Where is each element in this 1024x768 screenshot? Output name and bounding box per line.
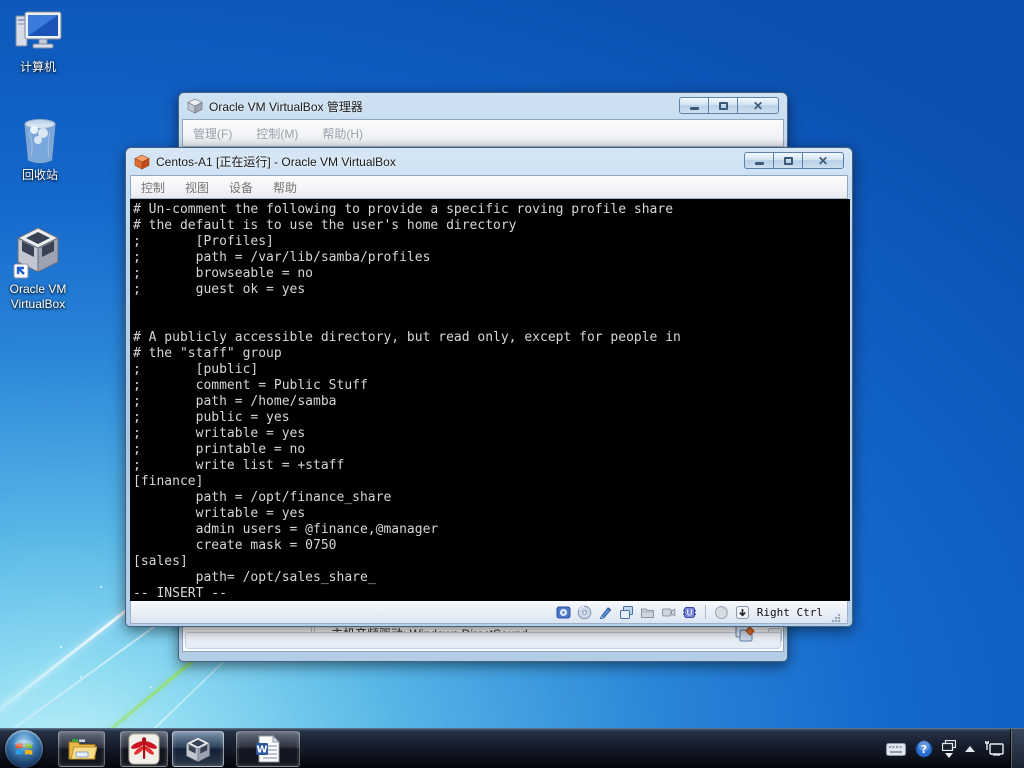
- terminal-line: # the "staff" group: [133, 346, 282, 361]
- manager-footer-panel: [185, 625, 781, 649]
- terminal-line: ; path = /var/lib/samba/profiles: [133, 250, 431, 265]
- terminal-line: ; guest ok = yes: [133, 282, 306, 297]
- terminal-line-with-cursor: path= /opt/sales_share_: [133, 570, 850, 586]
- network-tray-icon[interactable]: [984, 740, 1004, 758]
- manager-titlebar[interactable]: Oracle VM VirtualBox 管理器 ✕: [179, 93, 787, 119]
- terminal-line: ; public = yes: [133, 410, 290, 425]
- details-preview-icon[interactable]: [734, 624, 756, 644]
- terminal-line: ; writable = yes: [133, 426, 306, 441]
- optical-disc-icon[interactable]: [576, 604, 593, 621]
- svg-text:W: W: [256, 745, 267, 756]
- vm-window-title: Centos-A1 [正在运行] - Oracle VM VirtualBox: [156, 155, 396, 169]
- chevron-up-icon: [965, 746, 975, 752]
- terminal-line: [finance]: [133, 474, 204, 489]
- folder-icon: [68, 739, 97, 760]
- desktop: 计算机 回收站 Oracle VM VirtualBox Oracle VM V…: [0, 0, 1024, 768]
- manager-close-button[interactable]: ✕: [737, 97, 779, 114]
- vm-window[interactable]: Centos-A1 [正在运行] - Oracle VM VirtualBox …: [125, 147, 853, 627]
- menu-view[interactable]: 视图: [185, 179, 209, 196]
- word-document-icon: W: [256, 734, 281, 763]
- vm-close-button[interactable]: ✕: [802, 152, 844, 169]
- taskbar-dragonfly-capture-button[interactable]: [120, 731, 168, 767]
- manager-minimize-button[interactable]: [679, 97, 708, 114]
- terminal-line: # the default is to use the user's home …: [133, 218, 517, 233]
- manager-window-title: Oracle VM VirtualBox 管理器: [209, 99, 363, 114]
- cascade-windows-icon[interactable]: [618, 604, 635, 621]
- terminal-line: ; write list = +staff: [133, 458, 345, 473]
- terminal-line: ; [Profiles]: [133, 234, 274, 249]
- statusbar-separator: [704, 605, 706, 619]
- terminal-line: ; browseable = no: [133, 266, 314, 281]
- terminal-line: writable = yes: [133, 506, 306, 521]
- wallpaper-sparkles: [60, 646, 62, 648]
- shared-folder-icon[interactable]: [639, 604, 656, 621]
- desktop-icon-virtualbox[interactable]: Oracle VM VirtualBox: [0, 224, 76, 312]
- vm-terminal-screen[interactable]: # Un-comment the following to provide a …: [130, 199, 850, 601]
- svg-text:U: U: [686, 608, 692, 617]
- vm-menubar: 控制 视图 设备 帮助: [130, 175, 848, 199]
- terminal-line: # Un-comment the following to provide a …: [133, 202, 674, 217]
- vm-statusbar: U Right Ctrl: [130, 601, 848, 624]
- show-hidden-icons-button[interactable]: [965, 746, 975, 752]
- taskbar-word-button[interactable]: W: [236, 731, 300, 767]
- vi-insert-mode-status: -- INSERT --: [133, 586, 227, 601]
- window-selector-icon[interactable]: [942, 740, 956, 758]
- desktop-icon-computer[interactable]: 计算机: [0, 8, 76, 75]
- vm-minimize-button[interactable]: [744, 152, 773, 169]
- vm-maximize-button[interactable]: [773, 152, 802, 169]
- host-key-arrow-icon[interactable]: [734, 604, 751, 621]
- menu-help[interactable]: 帮助(H): [322, 125, 363, 142]
- manager-maximize-button[interactable]: [708, 97, 737, 114]
- terminal-line: [sales]: [133, 554, 188, 569]
- system-tray: ?: [886, 729, 1004, 768]
- resize-grip[interactable]: [831, 613, 841, 623]
- desktop-icon-recycle-bin[interactable]: 回收站: [2, 112, 78, 183]
- show-desktop-button[interactable]: [1010, 729, 1024, 768]
- computer-icon: [15, 11, 62, 49]
- terminal-line: path = /opt/finance_share: [133, 490, 392, 505]
- taskbar-virtualbox-button[interactable]: [172, 731, 224, 767]
- ime-keyboard-icon[interactable]: [886, 742, 906, 756]
- terminal-line: # A publicly accessible directory, but r…: [133, 330, 681, 345]
- windows-flag-icon: [14, 739, 34, 756]
- virtualbox-vm-icon: [134, 154, 150, 169]
- menu-manage[interactable]: 管理(F): [193, 125, 232, 142]
- host-key-label: Right Ctrl: [756, 605, 823, 619]
- menu-machine-control[interactable]: 控制: [141, 179, 165, 196]
- text-cursor: _: [367, 570, 376, 585]
- virtualbox-shortcut-icon: [13, 227, 60, 279]
- manager-menubar: 管理(F) 控制(M) 帮助(H): [182, 119, 784, 147]
- terminal-line: ; path = /home/samba: [133, 394, 337, 409]
- desktop-icon-label: 回收站: [21, 168, 58, 182]
- network-pen-icon[interactable]: [597, 604, 614, 621]
- video-capture-icon[interactable]: [660, 604, 677, 621]
- terminal-line: ; printable = no: [133, 442, 306, 457]
- help-tray-icon[interactable]: ?: [915, 740, 933, 758]
- recycle-bin-icon: [24, 119, 56, 163]
- terminal-line: ; comment = Public Stuff: [133, 378, 368, 393]
- taskbar-file-explorer-button[interactable]: [58, 731, 105, 767]
- desktop-icon-label: 计算机: [19, 60, 56, 74]
- terminal-line: create mask = 0750: [133, 538, 337, 553]
- chevron-down-icon: [945, 753, 953, 758]
- virtualbox-cube-icon: [187, 98, 203, 114]
- terminal-line: admin users = @finance,@manager: [133, 522, 439, 537]
- hard-disk-icon[interactable]: [555, 604, 572, 621]
- desktop-icon-label: Oracle VM VirtualBox: [9, 282, 67, 311]
- terminal-line: path= /opt/sales_share: [133, 570, 368, 585]
- menu-help[interactable]: 帮助: [273, 179, 297, 196]
- menu-machine[interactable]: 控制(M): [256, 125, 298, 142]
- dragonfly-icon: [128, 733, 160, 765]
- usb-chip-icon[interactable]: U: [681, 604, 698, 621]
- taskbar: W ?: [0, 728, 1024, 768]
- vm-titlebar[interactable]: Centos-A1 [正在运行] - Oracle VM VirtualBox …: [126, 148, 852, 175]
- mouse-integration-icon[interactable]: [713, 604, 730, 621]
- menu-devices[interactable]: 设备: [229, 179, 253, 196]
- svg-text:?: ?: [921, 743, 927, 756]
- terminal-line: ; [public]: [133, 362, 259, 377]
- virtualbox-cube-icon: [185, 737, 211, 763]
- start-button[interactable]: [5, 730, 43, 768]
